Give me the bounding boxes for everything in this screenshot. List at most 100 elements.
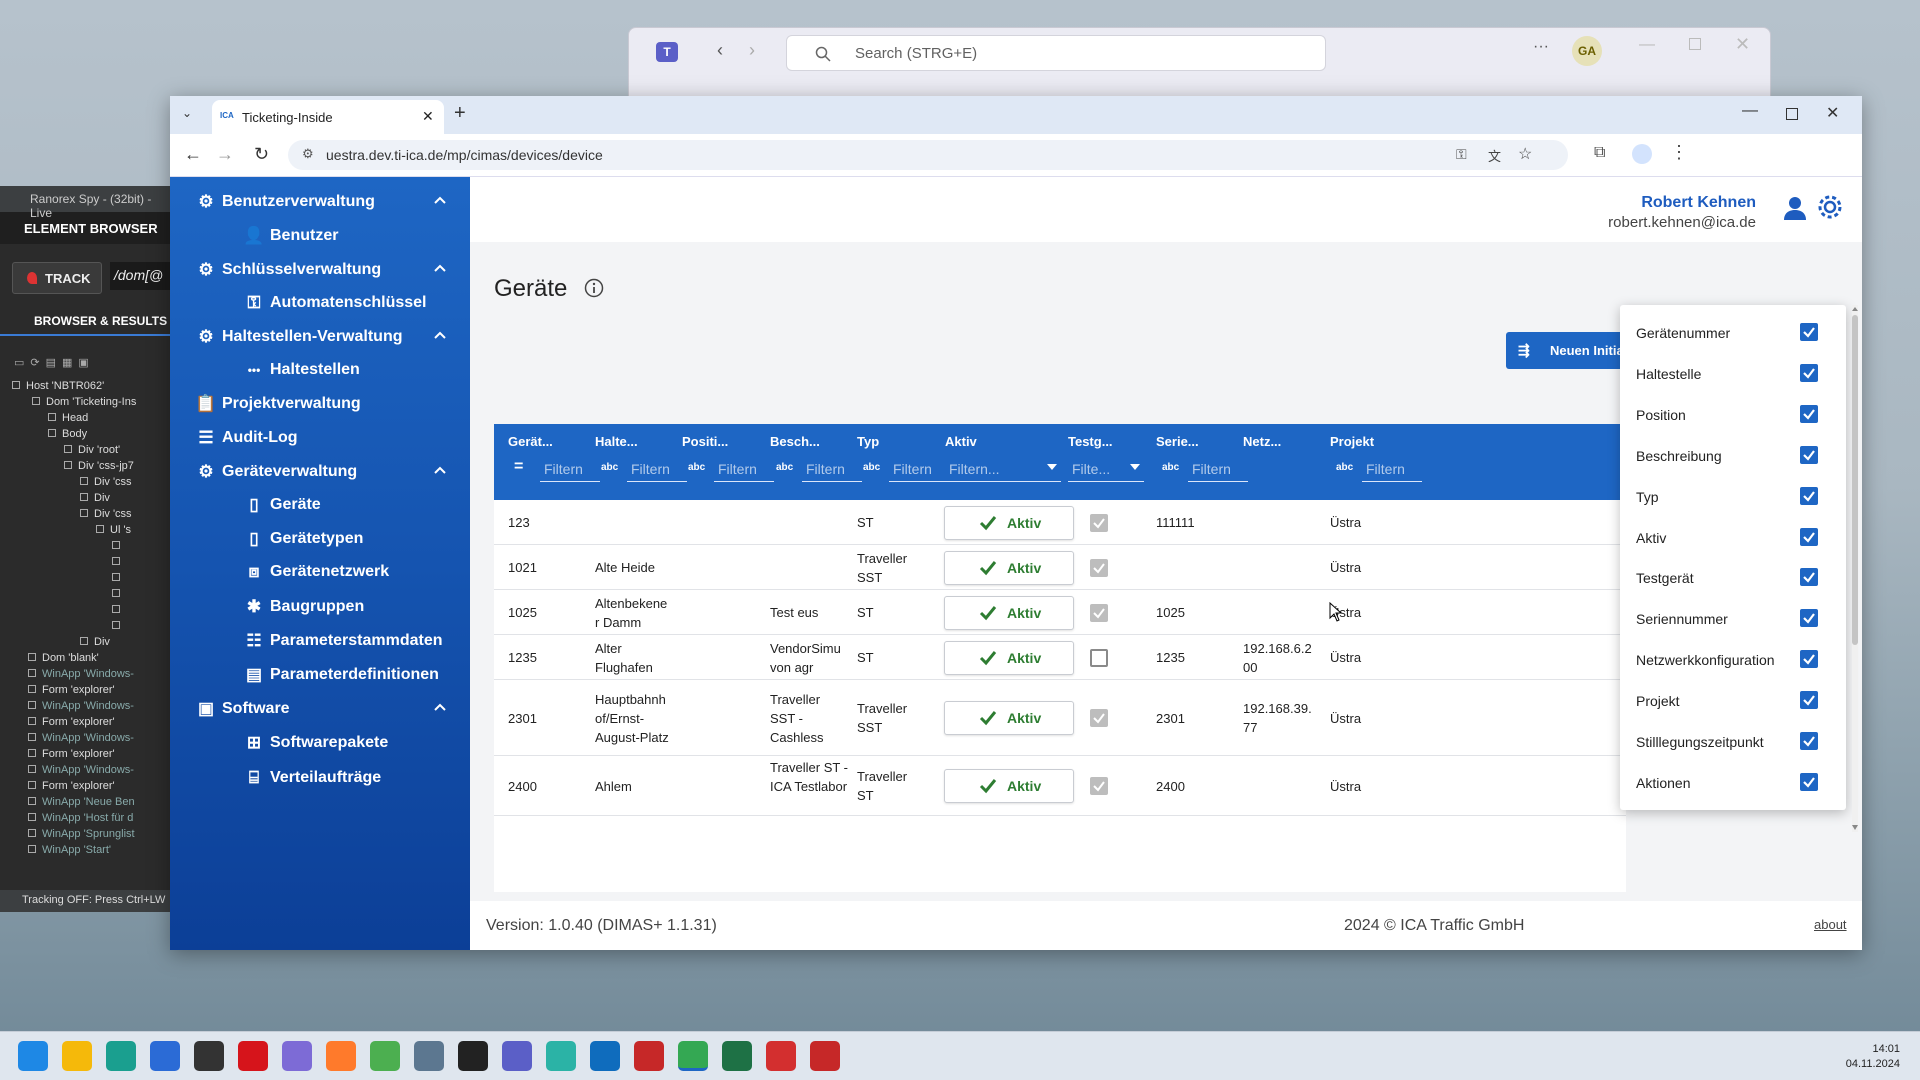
minimize-icon[interactable]: — (1639, 36, 1655, 54)
sidebar-item-gerätetypen[interactable]: ▯ Gerätetypen (170, 524, 470, 554)
sidebar-item-haltestellen-verwaltung[interactable]: ⚙ Haltestellen-Verwaltung (170, 322, 470, 352)
checkbox-checked-icon[interactable] (1800, 732, 1818, 750)
tree-node[interactable]: WinApp 'Sprunglist (4, 826, 172, 842)
teams-icon[interactable]: T (656, 42, 678, 62)
chrome-menu-icon[interactable]: ⋮ (1670, 142, 1688, 163)
sidebar-item-haltestellen[interactable]: ••• Haltestellen (170, 355, 470, 385)
column-option[interactable]: Haltestelle (1636, 360, 1836, 386)
tree-node[interactable] (4, 538, 172, 554)
sidebar-item-automatenschlüssel[interactable]: ⚿ Automatenschlüssel (170, 288, 470, 318)
aktiv-button[interactable]: Aktiv (944, 505, 1074, 540)
sidebar-item-schlüsselverwaltung[interactable]: ⚙ Schlüsselverwaltung (170, 255, 470, 285)
scrollbar[interactable] (1850, 305, 1860, 832)
column-filter-input-1[interactable]: Filtern (627, 456, 687, 482)
column-filter-input-6[interactable]: Filte... (1068, 456, 1144, 482)
sidebar-item-parameterdefinitionen[interactable]: ▤ Parameterdefinitionen (170, 660, 470, 690)
settings-gear-icon[interactable] (1816, 193, 1844, 221)
app-icon-3[interactable] (546, 1041, 576, 1071)
chevron-up-icon[interactable] (432, 193, 448, 209)
app-icon-2[interactable] (414, 1041, 444, 1071)
ranorex-spy-icon[interactable] (810, 1041, 840, 1071)
teams-search-input[interactable]: Search (STRG+E) (786, 35, 1326, 71)
ranorex-toolbar[interactable]: ▭⟳▤▦▣ (14, 356, 124, 370)
tree-node[interactable]: Form 'explorer' (4, 682, 172, 698)
tree-node[interactable]: WinApp 'Windows- (4, 698, 172, 714)
table-row[interactable]: 2400 Ahlem Traveller ST - ICA Testlabor Tra… (494, 756, 1626, 816)
tree-node[interactable] (4, 602, 172, 618)
sidebar-item-baugruppen[interactable]: ✱ Baugruppen (170, 592, 470, 622)
column-option[interactable]: Beschreibung (1636, 442, 1836, 468)
element-tree[interactable]: Host 'NBTR062' Dom 'Ticketing-Ins Head Body… (4, 378, 172, 858)
checkbox-checked-icon[interactable] (1800, 323, 1818, 341)
testgeraet-checkbox[interactable] (1090, 558, 1108, 577)
tree-node[interactable]: WinApp 'Windows- (4, 730, 172, 746)
sidebar-item-projektverwaltung[interactable]: 📋 Projektverwaltung (170, 389, 470, 419)
filter-contains-icon[interactable]: abc (1162, 462, 1184, 478)
tab-search-icon[interactable]: ⌄ (182, 106, 198, 122)
column-filter-input-3[interactable]: Filtern (802, 456, 862, 482)
tree-node[interactable]: Ul 's (4, 522, 172, 538)
table-row[interactable]: 123 ST 111111 Üstra Aktiv (494, 500, 1626, 545)
terminal-icon[interactable] (458, 1041, 488, 1071)
column-filter-input-7[interactable]: Filtern (1188, 456, 1248, 482)
tree-node[interactable]: Div 'root' (4, 442, 172, 458)
chrome-icon[interactable] (678, 1041, 708, 1071)
column-header-6[interactable]: Testg... (1068, 434, 1113, 449)
excel-icon[interactable] (722, 1041, 752, 1071)
app-l-icon[interactable] (238, 1041, 268, 1071)
sidebar-item-gerätenetzwerk[interactable]: ⧈ Gerätenetzwerk (170, 557, 470, 587)
column-header-9[interactable]: Projekt (1330, 434, 1374, 449)
column-header-5[interactable]: Aktiv (945, 434, 977, 449)
filter-contains-icon[interactable]: abc (688, 462, 710, 478)
edge-icon[interactable] (106, 1041, 136, 1071)
back-icon[interactable]: ‹ (717, 40, 723, 61)
password-key-icon[interactable]: ⚿ (1456, 146, 1467, 163)
tree-node[interactable]: Head (4, 410, 172, 426)
column-option[interactable]: Aktionen (1636, 769, 1836, 795)
sidebar-item-audit-log[interactable]: ☰ Audit-Log (170, 423, 470, 453)
tree-node[interactable] (4, 570, 172, 586)
rxpath-input[interactable]: /dom[@ (110, 262, 172, 290)
tree-node[interactable]: Body (4, 426, 172, 442)
column-option[interactable]: Position (1636, 401, 1836, 427)
back-icon[interactable]: ← (184, 144, 202, 165)
column-header-4[interactable]: Typ (857, 434, 879, 449)
user-icon[interactable] (1782, 195, 1808, 221)
filter-contains-icon[interactable]: abc (776, 462, 798, 478)
column-option[interactable]: Seriennummer (1636, 605, 1836, 631)
window-maximize-icon[interactable] (1786, 108, 1798, 120)
sidebar-item-parameterstammdaten[interactable]: ☷ Parameterstammdaten (170, 626, 470, 656)
checkbox-checked-icon[interactable] (1800, 527, 1818, 546)
tab-close-icon[interactable]: ✕ (422, 108, 434, 125)
column-filter-input-5[interactable]: Filtern... (945, 456, 1061, 482)
dropdown-arrow-icon[interactable] (1047, 464, 1057, 470)
window-minimize-icon[interactable]: — (1742, 102, 1758, 120)
sidebar-item-geräte[interactable]: ▯ Geräte (170, 490, 470, 520)
tree-node[interactable]: Dom 'blank' (4, 650, 172, 666)
column-header-3[interactable]: Besch... (770, 434, 820, 449)
column-header-7[interactable]: Serie... (1156, 434, 1199, 449)
site-info-icon[interactable]: ⚙ (302, 146, 314, 162)
tree-node[interactable]: Div 'css (4, 474, 172, 490)
more-icon[interactable]: ··· (1533, 38, 1549, 56)
tree-node[interactable]: WinApp 'Start' (4, 842, 172, 858)
testgeraet-checkbox[interactable] (1090, 603, 1108, 622)
testgeraet-checkbox[interactable] (1090, 513, 1108, 532)
window-close-icon[interactable]: ✕ (1826, 103, 1839, 123)
table-row[interactable]: 1235 Alter Flughafen VendorSimu von agr ST 1… (494, 635, 1626, 680)
reload-icon[interactable]: ↻ (254, 144, 269, 165)
bookmark-star-icon[interactable]: ☆ (1518, 144, 1532, 164)
aktiv-button[interactable]: Aktiv (944, 701, 1074, 735)
filter-contains-icon[interactable]: abc (601, 462, 623, 478)
tree-node[interactable] (4, 618, 172, 634)
column-header-8[interactable]: Netz... (1243, 434, 1281, 449)
tree-node[interactable]: Div 'css (4, 506, 172, 522)
checkbox-checked-icon[interactable] (1800, 568, 1818, 587)
filter-contains-icon[interactable]: abc (863, 462, 885, 478)
column-filter-input-9[interactable]: Filtern (1362, 456, 1422, 482)
ranorex-icon[interactable] (634, 1041, 664, 1071)
aktiv-button[interactable]: Aktiv (944, 595, 1074, 630)
tree-node[interactable]: WinApp 'Neue Ben (4, 794, 172, 810)
checkbox-checked-icon[interactable] (1800, 691, 1818, 710)
taskbar-clock[interactable]: 14:01 04.11.2024 (1846, 1042, 1900, 1072)
